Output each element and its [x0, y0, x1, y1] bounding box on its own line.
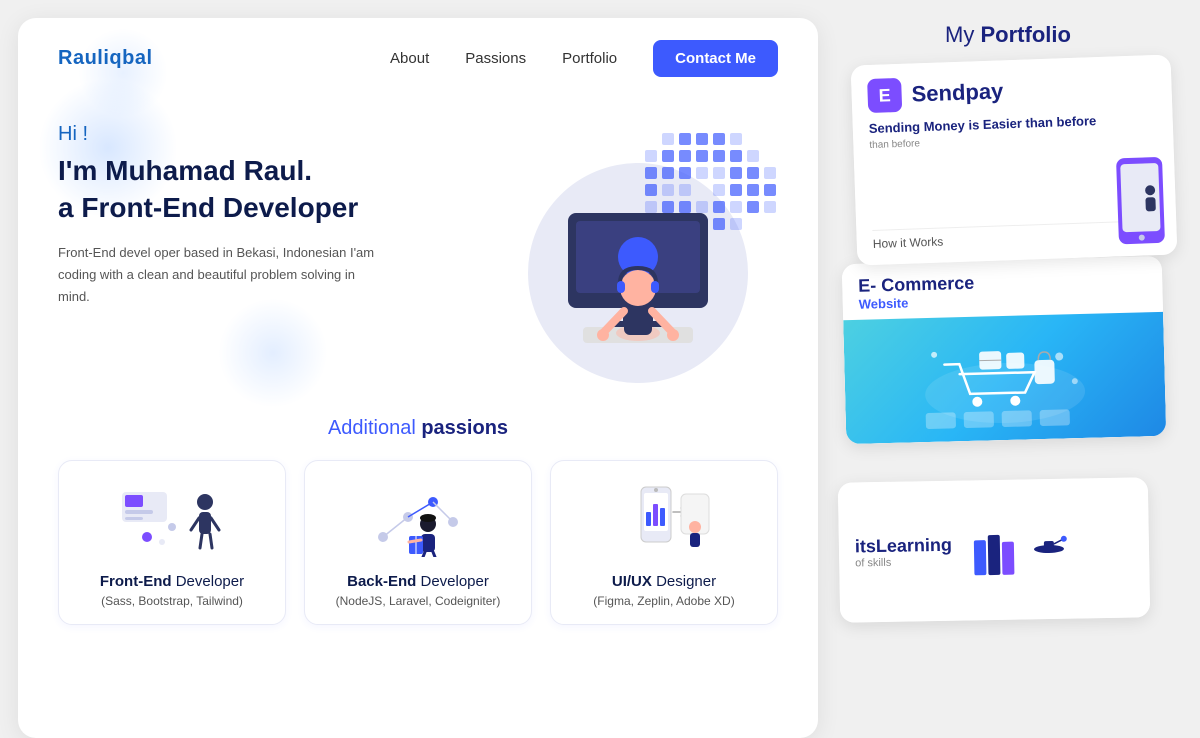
- backend-card-title: Back-End Developer: [347, 573, 489, 590]
- uiux-illustration: [567, 479, 761, 559]
- sendpay-name: Sendpay: [911, 78, 1004, 107]
- nav-passions[interactable]: Passions: [465, 50, 526, 67]
- frontend-card-title: Front-End Developer: [100, 573, 244, 590]
- left-panel: Rauliqbal About Passions Portfolio Conta…: [18, 18, 818, 738]
- itslearning-illustration: [963, 518, 1084, 580]
- sendpay-logo-row: E Sendpay: [867, 69, 1156, 113]
- right-panel: My Portfolio E Sendpay Sending Money is …: [818, 0, 1200, 720]
- portfolio-card-ecommerce[interactable]: E- Commerce Website: [842, 256, 1167, 444]
- ecommerce-content: [843, 312, 1166, 444]
- backend-card-sub: (NodeJS, Laravel, Codeigniter): [336, 594, 501, 608]
- uiux-card-sub: (Figma, Zeplin, Adobe XD): [593, 594, 734, 608]
- nav-portfolio[interactable]: Portfolio: [562, 50, 617, 67]
- itslearning-text: itsLearning of skills: [855, 534, 953, 569]
- sendpay-card-inner: E Sendpay Sending Money is Easier than b…: [851, 54, 1178, 265]
- backend-illustration: [321, 479, 515, 559]
- hero-illustration: [498, 113, 778, 393]
- portfolio-card-itslearning[interactable]: itsLearning of skills: [838, 477, 1150, 622]
- hero-text: Hi ! I'm Muhamad Raul. a Front-End Devel…: [58, 113, 498, 308]
- contact-button[interactable]: Contact Me: [653, 40, 778, 77]
- frontend-card-sub: (Sass, Bootstrap, Tailwind): [101, 594, 243, 608]
- portfolio-cards: E Sendpay Sending Money is Easier than b…: [834, 60, 1182, 702]
- passion-card-backend: Back-End Developer (NodeJS, Laravel, Cod…: [304, 460, 532, 625]
- frontend-illustration: [75, 479, 269, 559]
- itslearning-card-inner: itsLearning of skills: [838, 477, 1150, 622]
- uiux-card-title: UI/UX Designer: [612, 573, 716, 590]
- sendpay-phone-mockup: [1114, 155, 1167, 247]
- logo[interactable]: Rauliqbal: [58, 47, 153, 70]
- ecommerce-header: E- Commerce Website: [842, 256, 1163, 320]
- developer-svg: [508, 133, 768, 393]
- hero-name: I'm Muhamad Raul.: [58, 154, 498, 188]
- passion-card-uiux: UI/UX Designer (Figma, Zeplin, Adobe XD): [550, 460, 778, 625]
- hero-section: Hi ! I'm Muhamad Raul. a Front-End Devel…: [18, 93, 818, 393]
- portfolio-card-sendpay[interactable]: E Sendpay Sending Money is Easier than b…: [851, 54, 1178, 265]
- passion-card-frontend: Front-End Developer (Sass, Bootstrap, Ta…: [58, 460, 286, 625]
- ecommerce-card-inner: E- Commerce Website: [842, 256, 1167, 444]
- nav-links: About Passions Portfolio Contact Me: [390, 40, 778, 77]
- portfolio-title: My Portfolio: [834, 18, 1182, 48]
- logo-text: Rauliqbal: [58, 47, 153, 69]
- passion-cards-container: Front-End Developer (Sass, Bootstrap, Ta…: [58, 460, 778, 625]
- passions-title: Additional passions: [58, 417, 778, 440]
- hero-role: a Front-End Developer: [58, 192, 498, 224]
- passions-section: Additional passions: [18, 393, 818, 645]
- sendpay-icon: E: [867, 78, 902, 113]
- hero-description: Front-End devel oper based in Bekasi, In…: [58, 242, 378, 308]
- navbar: Rauliqbal About Passions Portfolio Conta…: [18, 18, 818, 93]
- nav-about[interactable]: About: [390, 50, 429, 67]
- hero-greeting: Hi !: [58, 123, 498, 146]
